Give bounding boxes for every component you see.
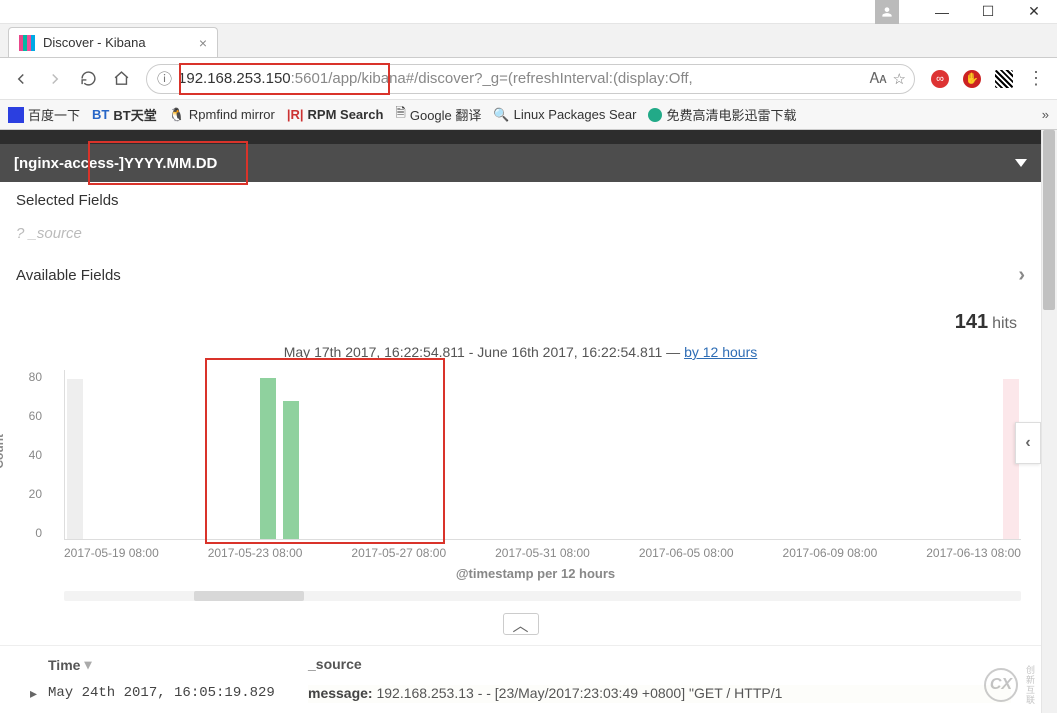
extension-icon-3[interactable] — [995, 70, 1013, 88]
x-axis-ticks: 2017-05-19 08:00 2017-05-23 08:00 2017-0… — [64, 540, 1021, 562]
sort-desc-icon[interactable]: ▾ — [84, 656, 91, 673]
extension-icons: ∞ ✋ ⋮ — [931, 68, 1045, 89]
tab-close-icon[interactable]: × — [199, 35, 207, 51]
profile-avatar[interactable] — [875, 0, 899, 24]
translate-icon[interactable]: 🗛 — [870, 70, 887, 87]
bookmark-rpmsearch[interactable]: |R|RPM Search — [287, 107, 384, 122]
histogram-bar[interactable] — [283, 401, 299, 539]
source-field-item[interactable]: ? _source — [0, 219, 1041, 254]
caret-down-icon — [1015, 159, 1027, 167]
histogram-chart[interactable]: Count 80 60 40 20 0 2017-05-19 08:00 201… — [0, 370, 1041, 601]
expand-panel-button[interactable]: ‹ — [1015, 422, 1041, 464]
watermark: CX 创新互联 — [984, 665, 1037, 705]
extension-icon-2[interactable]: ✋ — [963, 70, 981, 88]
browser-tab[interactable]: Discover - Kibana × — [8, 27, 218, 57]
collapse-chart-button[interactable]: ︿ — [503, 613, 539, 635]
tab-strip: Discover - Kibana × — [0, 24, 1057, 58]
scrollbar-thumb[interactable] — [194, 591, 304, 601]
doc-table-row[interactable]: ▸ May 24th 2017, 16:05:19.829 message: 1… — [0, 679, 1041, 703]
extension-icon-1[interactable]: ∞ — [931, 70, 949, 88]
bookmark-linuxpkg[interactable]: 🔍Linux Packages Sear — [493, 107, 636, 123]
x-axis-label: @timestamp per 12 hours — [50, 562, 1021, 581]
forward-button[interactable] — [46, 70, 64, 88]
kibana-favicon — [19, 35, 35, 51]
tab-title: Discover - Kibana — [43, 35, 191, 50]
source-column-header: _source — [308, 656, 362, 673]
chart-horizontal-scrollbar[interactable] — [64, 591, 1021, 601]
available-fields-header[interactable]: Available Fields › — [0, 254, 1041, 297]
doc-table-header: Time ▾ _source — [0, 645, 1041, 679]
time-column-header[interactable]: Time — [48, 657, 80, 673]
chrome-menu-icon[interactable]: ⋮ — [1027, 68, 1045, 89]
histogram-bar[interactable] — [260, 378, 276, 539]
home-button[interactable] — [113, 70, 130, 87]
annotation-chart-highlight — [205, 358, 445, 544]
y-axis-label: Count — [0, 434, 6, 469]
interval-link[interactable]: by 12 hours — [684, 344, 757, 360]
address-bar[interactable]: ⓘ 192.168.253.150:5601/app/kibana#/disco… — [146, 64, 915, 94]
window-close-button[interactable]: ✕ — [1011, 0, 1057, 24]
hits-counter: 141hits — [0, 297, 1041, 340]
window-minimize-button[interactable]: — — [919, 0, 965, 24]
time-range-display: May 17th 2017, 16:22:54.811 - June 16th … — [0, 340, 1041, 370]
chevron-right-icon: › — [1018, 264, 1025, 287]
index-pattern-selector[interactable]: [nginx-access-]YYYY.MM.DD — [0, 144, 1041, 182]
reload-button[interactable] — [80, 70, 97, 87]
doc-time-cell: May 24th 2017, 16:05:19.829 — [48, 685, 308, 701]
bookmark-bt[interactable]: BTBT天堂 — [92, 105, 157, 124]
vertical-scrollbar[interactable] — [1041, 130, 1057, 713]
bookmark-rpmfind[interactable]: 🐧Rpmfind mirror — [169, 107, 275, 123]
url-text: 192.168.253.150:5601/app/kibana#/discove… — [178, 70, 693, 87]
scrollbar-thumb[interactable] — [1043, 130, 1055, 310]
bookmark-star-icon[interactable]: ☆ — [893, 70, 906, 88]
site-info-icon[interactable]: ⓘ — [157, 68, 172, 89]
y-axis-ticks: 80 60 40 20 0 — [18, 370, 42, 540]
bookmark-baidu[interactable]: 百度一下 — [8, 105, 80, 124]
bookmarks-overflow-icon[interactable]: » — [1042, 107, 1049, 122]
bookmark-movies[interactable]: 免费高清电影迅雷下载 — [648, 105, 796, 124]
chart-plot-area[interactable] — [64, 370, 1021, 540]
index-pattern-label: [nginx-access-]YYYY.MM.DD — [14, 155, 217, 172]
selected-fields-header: Selected Fields — [0, 182, 1041, 219]
bookmarks-bar: 百度一下 BTBT天堂 🐧Rpmfind mirror |R|RPM Searc… — [0, 100, 1057, 130]
back-button[interactable] — [12, 70, 30, 88]
ghost-bar-left — [67, 379, 83, 539]
bookmark-gtranslate[interactable]: 🗎Google 翻译 — [395, 104, 481, 126]
window-maximize-button[interactable]: ☐ — [965, 0, 1011, 24]
browser-toolbar: ⓘ 192.168.253.150:5601/app/kibana#/disco… — [0, 58, 1057, 100]
expand-row-icon[interactable]: ▸ — [30, 685, 48, 702]
kibana-topbar — [0, 130, 1041, 144]
window-titlebar: — ☐ ✕ — [0, 0, 1057, 24]
doc-source-cell: message: 192.168.253.13 - - [23/May/2017… — [308, 685, 1011, 703]
